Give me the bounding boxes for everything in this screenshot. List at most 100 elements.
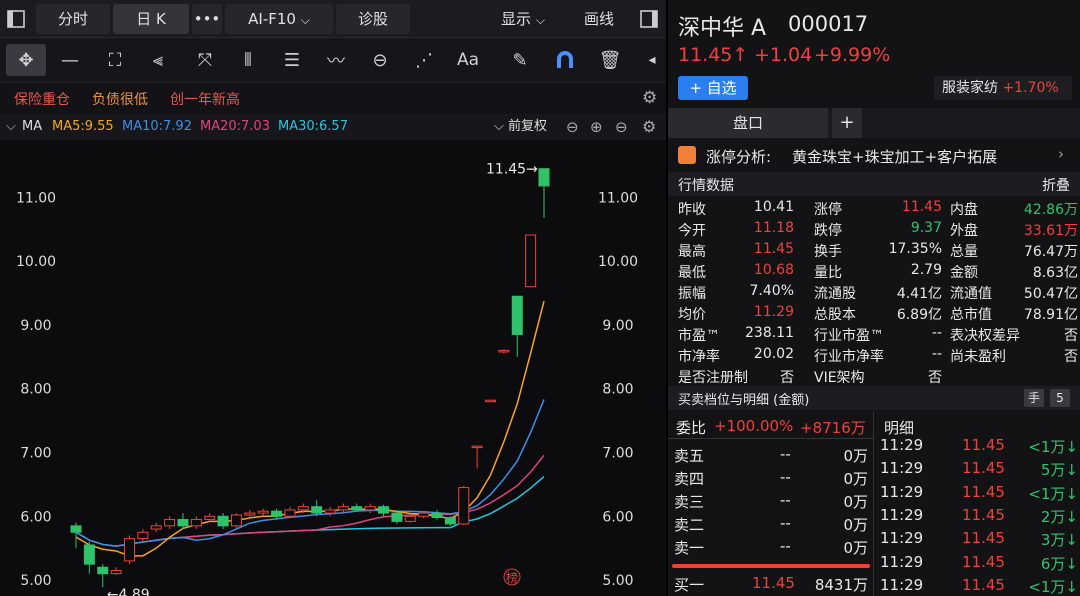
quote-value: 17.35% bbox=[888, 241, 942, 257]
settings-gear-icon[interactable]: ⚙ bbox=[642, 88, 657, 108]
fold-button[interactable]: 折叠 bbox=[1042, 175, 1070, 195]
candle-body bbox=[364, 506, 376, 511]
quote-value: 否 bbox=[928, 370, 942, 386]
five-level-button[interactable]: 5 bbox=[1050, 389, 1070, 407]
high-label: 11.45→ bbox=[486, 162, 538, 178]
hand-unit-button[interactable]: 手 bbox=[1024, 389, 1044, 407]
quote-value: 否 bbox=[780, 370, 794, 386]
bars-tool-icon[interactable]: ⦀ bbox=[228, 44, 268, 76]
kline-chart[interactable]: 11.00 11.00 10.00 10.00 9.00 9.00 8.00 8.00 7.00… bbox=[0, 140, 666, 596]
ask-level-label: 卖四 bbox=[674, 470, 705, 488]
zhengu-button[interactable]: 诊股 bbox=[336, 4, 410, 34]
chevron-down-icon: ⌵ bbox=[494, 119, 504, 134]
quote-label: 总市值 bbox=[950, 307, 992, 323]
price-change-pct: +9.99% bbox=[814, 44, 891, 66]
ma-name[interactable]: MA bbox=[22, 114, 42, 140]
candle-body bbox=[257, 510, 269, 514]
candle-body bbox=[217, 515, 229, 527]
minus-icon[interactable]: ⊖ bbox=[566, 114, 579, 140]
fan-tool-icon[interactable]: ⫷ bbox=[138, 44, 178, 76]
wave-tool-icon[interactable]: 〰 bbox=[316, 44, 356, 76]
low-label: ←4.89 bbox=[107, 587, 150, 596]
display-dropdown[interactable]: 显示 ⌵ bbox=[413, 4, 573, 34]
y-tick-right: 6.00 bbox=[602, 509, 633, 525]
detail-time: 11:29 bbox=[880, 552, 924, 571]
minus-icon-2[interactable]: ⊖ bbox=[615, 114, 628, 140]
candle-body bbox=[70, 525, 82, 533]
ask-price: -- bbox=[780, 514, 791, 532]
ask-level-label: 卖三 bbox=[674, 493, 705, 511]
quote-value: 2.79 bbox=[910, 262, 942, 278]
trash-icon[interactable]: 🗑 bbox=[590, 44, 630, 76]
tag-insurance[interactable]: 保险重仓 bbox=[14, 89, 70, 109]
text-tool-icon[interactable]: Aa bbox=[448, 44, 488, 76]
tag-year-high[interactable]: 创一年新高 bbox=[170, 89, 240, 109]
weibi-label: 委比 bbox=[676, 419, 707, 437]
line-tool-icon[interactable]: — bbox=[50, 44, 90, 76]
magnet-icon[interactable] bbox=[545, 44, 585, 76]
y-tick-left: 5.00 bbox=[20, 573, 51, 589]
industry-badge[interactable]: 服装家纺 +1.70% bbox=[934, 76, 1072, 100]
quote-label: 外盘 bbox=[950, 223, 978, 239]
candle-body bbox=[431, 512, 443, 519]
quote-value: 4.41亿 bbox=[896, 286, 942, 302]
ma20-value: MA20:7.03 bbox=[200, 119, 270, 134]
candle-body bbox=[123, 538, 135, 562]
tab-fenshi[interactable]: 分时 bbox=[36, 4, 110, 34]
chevron-right-icon[interactable]: › bbox=[1058, 145, 1064, 163]
quote-label: 换手 bbox=[814, 244, 842, 260]
limit-up-reasons[interactable]: 黄金珠宝+珠宝加工+客户拓展 bbox=[792, 146, 997, 167]
y-tick-right: 8.00 bbox=[602, 382, 633, 398]
adjust-dropdown[interactable]: ⌵ 前复权 bbox=[494, 114, 547, 140]
panel-toggle-icon[interactable] bbox=[636, 4, 662, 34]
y-tick-right: 9.00 bbox=[602, 318, 633, 334]
tab-pankou[interactable]: 盘口 bbox=[668, 108, 828, 138]
plus-icon[interactable]: ⊕ bbox=[590, 114, 603, 140]
tab-rik[interactable]: 日 K bbox=[113, 4, 189, 34]
add-tab-button[interactable]: + bbox=[832, 108, 862, 138]
gann-tool-icon[interactable]: ⋰ bbox=[404, 44, 444, 76]
ask-price: -- bbox=[780, 537, 791, 555]
quote-value: 11.29 bbox=[753, 304, 794, 320]
ma5-line bbox=[75, 301, 545, 557]
candle-body bbox=[83, 544, 95, 565]
aif10-dropdown[interactable]: AI-F10 ⌵ bbox=[225, 4, 333, 34]
chevron-left-icon[interactable]: ◂ bbox=[640, 44, 664, 76]
crop-tool-icon[interactable]: ⛶ bbox=[95, 44, 135, 76]
detail-time: 11:29 bbox=[880, 529, 924, 548]
detail-amount: 3万↓ bbox=[1040, 531, 1078, 550]
quote-label: 内盘 bbox=[950, 202, 978, 218]
quote-value: 8.63亿 bbox=[1032, 265, 1078, 281]
huaxian-button[interactable]: 画线 bbox=[574, 4, 624, 34]
quote-value: 11.45 bbox=[901, 199, 942, 215]
detail-price: 11.45 bbox=[962, 459, 1005, 478]
sidebar-toggle-icon[interactable] bbox=[4, 4, 28, 34]
ask-level-label: 卖二 bbox=[674, 516, 705, 534]
tag-low-debt[interactable]: 负债很低 bbox=[92, 89, 148, 109]
quote-value: 20.02 bbox=[753, 346, 794, 362]
fibonacci-tool-icon[interactable]: ☰ bbox=[272, 44, 312, 76]
add-watchlist-button[interactable]: + 自选 bbox=[678, 76, 748, 100]
y-tick-right: 5.00 bbox=[602, 573, 633, 589]
candle-body bbox=[404, 515, 416, 522]
collapse-chevron-icon[interactable]: ⌵ bbox=[6, 114, 16, 140]
crosshair-move-icon[interactable]: ✥ bbox=[6, 44, 46, 76]
detail-price: 11.45 bbox=[962, 482, 1005, 501]
link-tool-icon[interactable]: ⤧ bbox=[185, 44, 225, 76]
quote-value: 238.11 bbox=[745, 325, 794, 341]
eraser-icon[interactable]: ✎ bbox=[500, 44, 540, 76]
candle-body bbox=[498, 349, 510, 353]
quote-label: 行业市盈™ bbox=[814, 328, 884, 344]
quote-title: 行情数据 bbox=[678, 178, 734, 194]
limit-up-icon bbox=[678, 146, 696, 164]
quote-value: 33.61万 bbox=[1023, 223, 1078, 239]
chart-topbar: 分时 日 K ••• AI-F10 ⌵ 诊股 显示 ⌵ 画线 bbox=[0, 0, 666, 38]
cycle-tool-icon[interactable]: ⊖ bbox=[360, 44, 400, 76]
ma-settings-gear-icon[interactable]: ⚙ bbox=[642, 114, 656, 140]
candle-body bbox=[471, 445, 483, 449]
y-tick-left: 9.00 bbox=[20, 318, 51, 334]
more-menu[interactable]: ••• bbox=[192, 4, 222, 34]
candle-body bbox=[97, 566, 109, 575]
quote-label: 量比 bbox=[814, 265, 842, 281]
ask-level-label: 卖五 bbox=[674, 447, 705, 465]
